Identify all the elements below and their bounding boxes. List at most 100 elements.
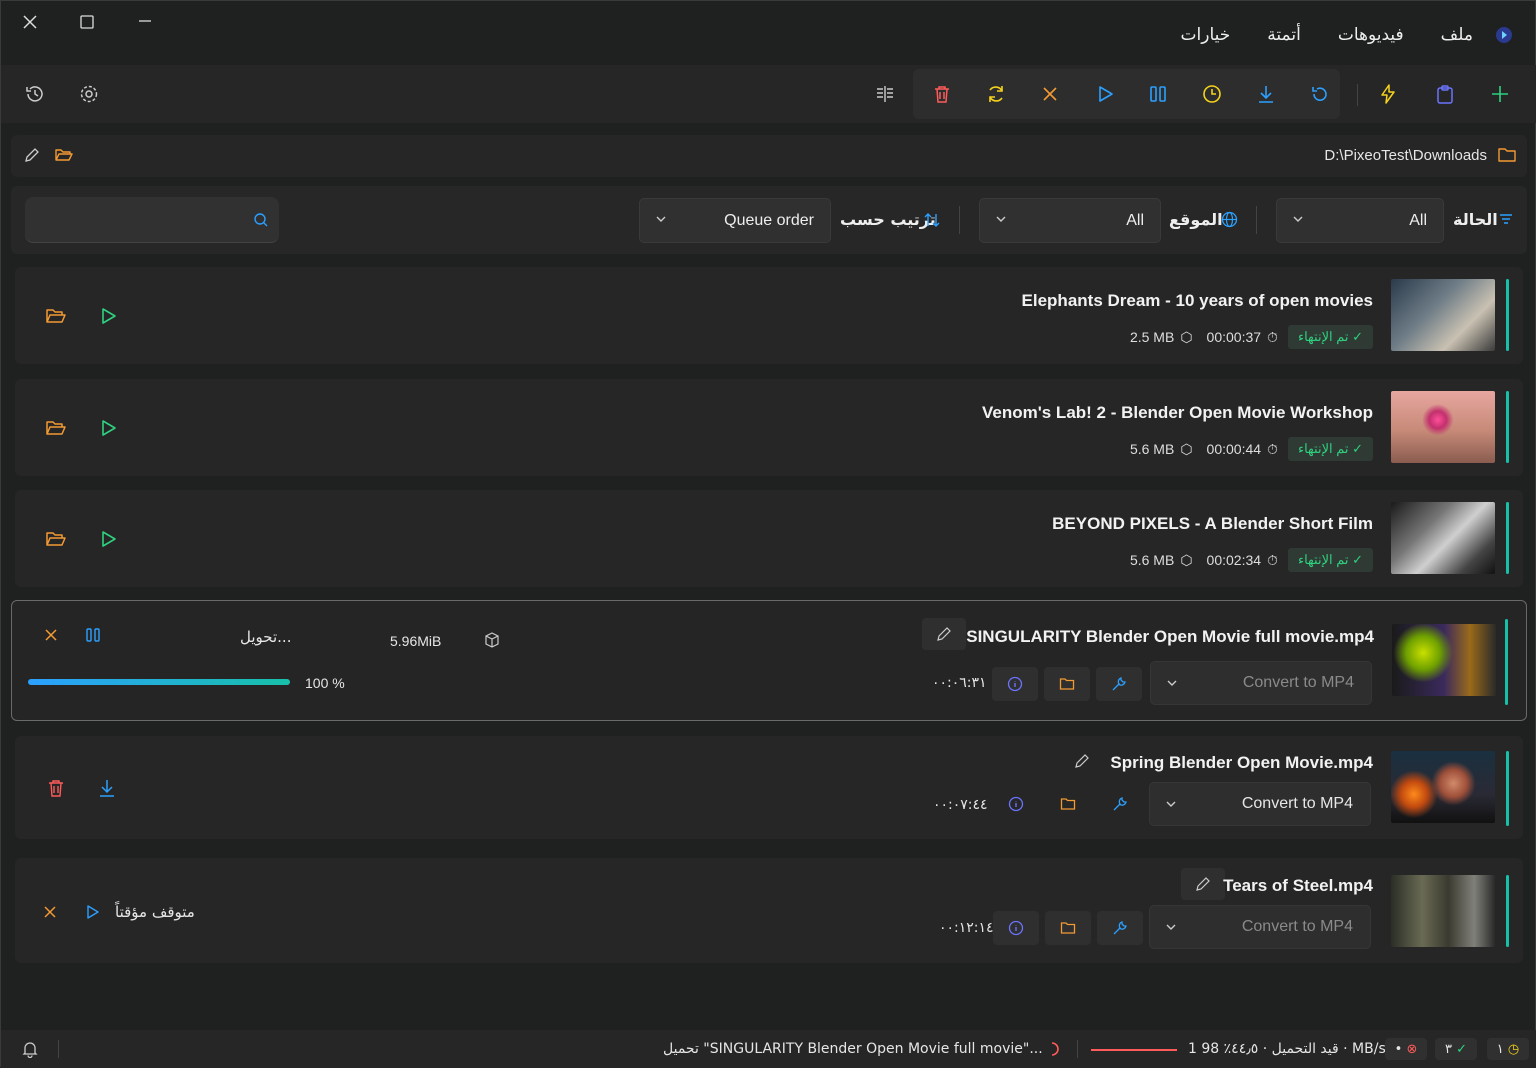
thumbnail-image bbox=[1391, 502, 1495, 574]
queued-pill[interactable]: ١ ◷ bbox=[1487, 1038, 1529, 1060]
active-download-item[interactable]: تحويل... 5.96MiB 100 % SINGULARITY Blend… bbox=[11, 600, 1527, 721]
schedule-button[interactable] bbox=[1187, 70, 1237, 118]
refresh-button[interactable] bbox=[1295, 70, 1345, 118]
paste-button[interactable] bbox=[1420, 70, 1470, 118]
close-window-button[interactable] bbox=[10, 7, 50, 37]
delete-button[interactable] bbox=[917, 70, 967, 118]
rename-button[interactable] bbox=[922, 618, 966, 650]
item-meta: تم الإنتهاء ✓ ⏱ 00:00:44 ⬡ 5.6 MB bbox=[1130, 437, 1373, 461]
wrench-icon bbox=[1113, 797, 1127, 811]
history-button[interactable] bbox=[10, 70, 60, 118]
cancel-item-button[interactable] bbox=[27, 895, 73, 929]
download-item[interactable]: Venom's Lab! 2 - Blender Open Movie Work… bbox=[15, 379, 1523, 476]
lightning-icon bbox=[1381, 84, 1395, 104]
quick-download-button[interactable] bbox=[1363, 70, 1413, 118]
open-folder-button[interactable] bbox=[54, 146, 74, 168]
info-button[interactable] bbox=[993, 787, 1039, 821]
item-status-text: تحويل... bbox=[240, 628, 292, 646]
download-item[interactable]: Elephants Dream - 10 years of open movie… bbox=[15, 267, 1523, 364]
sort-icon bbox=[924, 213, 940, 227]
play-icon bbox=[1099, 86, 1113, 102]
folder-button[interactable] bbox=[1044, 667, 1090, 701]
delete-item-button[interactable] bbox=[33, 771, 79, 805]
info-button[interactable] bbox=[992, 667, 1038, 701]
tools-button[interactable] bbox=[1097, 787, 1143, 821]
speed-graph bbox=[1091, 1049, 1177, 1051]
site-select[interactable]: All bbox=[979, 198, 1161, 243]
play-button[interactable] bbox=[85, 522, 131, 556]
folder-icon bbox=[1060, 922, 1076, 934]
open-folder-button[interactable] bbox=[33, 299, 79, 333]
convert-select[interactable]: Convert to MP4 bbox=[1150, 661, 1372, 705]
edit-path-button[interactable] bbox=[23, 146, 41, 168]
item-title: Spring Blender Open Movie.mp4 bbox=[1110, 753, 1373, 772]
sort-value: Queue order bbox=[724, 212, 814, 229]
pause-item-button[interactable] bbox=[70, 618, 116, 652]
menu-file[interactable]: ملف bbox=[1441, 25, 1473, 45]
search-field[interactable] bbox=[35, 205, 235, 233]
info-icon bbox=[1008, 920, 1024, 936]
start-button[interactable] bbox=[1080, 70, 1130, 118]
play-button[interactable] bbox=[85, 411, 131, 445]
open-folder-button[interactable] bbox=[33, 411, 79, 445]
folder-open-icon bbox=[55, 149, 73, 161]
chevron-down-icon bbox=[1166, 801, 1176, 807]
tools-button[interactable] bbox=[1096, 667, 1142, 701]
folder-button[interactable] bbox=[1045, 787, 1091, 821]
menu-videos[interactable]: فيديوهات bbox=[1338, 25, 1404, 45]
thumbnail-image bbox=[1391, 751, 1495, 823]
menu-options[interactable]: خيارات bbox=[1181, 25, 1231, 45]
box-icon: ⬡ bbox=[1180, 440, 1193, 457]
progress-fill bbox=[28, 679, 290, 685]
notifications-button[interactable] bbox=[21, 1040, 39, 1062]
errors-pill[interactable]: • ⊗ bbox=[1385, 1038, 1427, 1060]
filter-divider bbox=[959, 206, 960, 234]
rename-button[interactable] bbox=[1065, 744, 1099, 778]
convert-select[interactable]: Convert to MP4 bbox=[1149, 782, 1371, 826]
settings-button[interactable] bbox=[64, 70, 114, 118]
chevron-down-icon bbox=[1293, 216, 1303, 222]
maximize-window-button[interactable] bbox=[67, 7, 107, 37]
pencil-icon bbox=[25, 148, 39, 162]
resume-item-button[interactable] bbox=[69, 895, 115, 929]
sort-select[interactable]: Queue order bbox=[639, 198, 831, 243]
cancel-button[interactable] bbox=[1025, 70, 1075, 118]
download-path: D:\PixeoTest\Downloads bbox=[1324, 147, 1487, 164]
menu-automation[interactable]: أتمتة bbox=[1267, 25, 1301, 45]
status-select[interactable]: All bbox=[1276, 198, 1444, 243]
rename-button[interactable] bbox=[1181, 868, 1225, 900]
history-icon bbox=[26, 86, 43, 102]
convert-select[interactable]: Convert to MP4 bbox=[1149, 905, 1371, 949]
toolbar-divider bbox=[1357, 84, 1358, 106]
cancel-item-button[interactable] bbox=[28, 618, 74, 652]
item-size: 5.6 MB bbox=[1129, 552, 1175, 568]
paused-download-item[interactable]: متوقف مؤقتاً Tears of Steel.mp4 ٠٠:١٢:١٤… bbox=[15, 858, 1523, 963]
browse-path-button[interactable] bbox=[1497, 146, 1517, 168]
info-button[interactable] bbox=[993, 911, 1039, 945]
tools-button[interactable] bbox=[1097, 911, 1143, 945]
minimize-window-button[interactable] bbox=[125, 7, 165, 37]
retry-button[interactable] bbox=[971, 70, 1021, 118]
download-speed-text: 1 قيد التحميل · ٤٤٫٥٪ 98 · MB/s bbox=[1188, 1041, 1386, 1057]
folder-button[interactable] bbox=[1045, 911, 1091, 945]
item-title: Elephants Dream - 10 years of open movie… bbox=[1021, 291, 1373, 310]
wrench-icon bbox=[1112, 677, 1126, 691]
item-status-text: متوقف مؤقتاً bbox=[115, 903, 195, 921]
play-button[interactable] bbox=[85, 299, 131, 333]
download-item-button[interactable] bbox=[84, 771, 130, 805]
download-button[interactable] bbox=[1241, 70, 1291, 118]
add-button[interactable] bbox=[1475, 70, 1525, 118]
compare-button[interactable] bbox=[860, 70, 910, 118]
thumbnail-image bbox=[1392, 624, 1496, 696]
split-view-icon bbox=[877, 86, 893, 102]
cancel-icon bbox=[44, 906, 56, 918]
download-item[interactable]: BEYOND PIXELS - A Blender Short Film تم … bbox=[15, 490, 1523, 587]
pending-download-item[interactable]: Spring Blender Open Movie.mp4 ٠٠:٠٧:٤٤ C… bbox=[15, 736, 1523, 839]
box-icon: ⬡ bbox=[1180, 551, 1193, 568]
pause-button[interactable] bbox=[1133, 70, 1183, 118]
done-pill[interactable]: ٣ ✓ bbox=[1435, 1038, 1477, 1060]
item-accent-bar bbox=[1506, 751, 1509, 826]
open-folder-button[interactable] bbox=[33, 522, 79, 556]
search-input[interactable] bbox=[25, 197, 279, 243]
minimize-icon bbox=[139, 20, 151, 22]
